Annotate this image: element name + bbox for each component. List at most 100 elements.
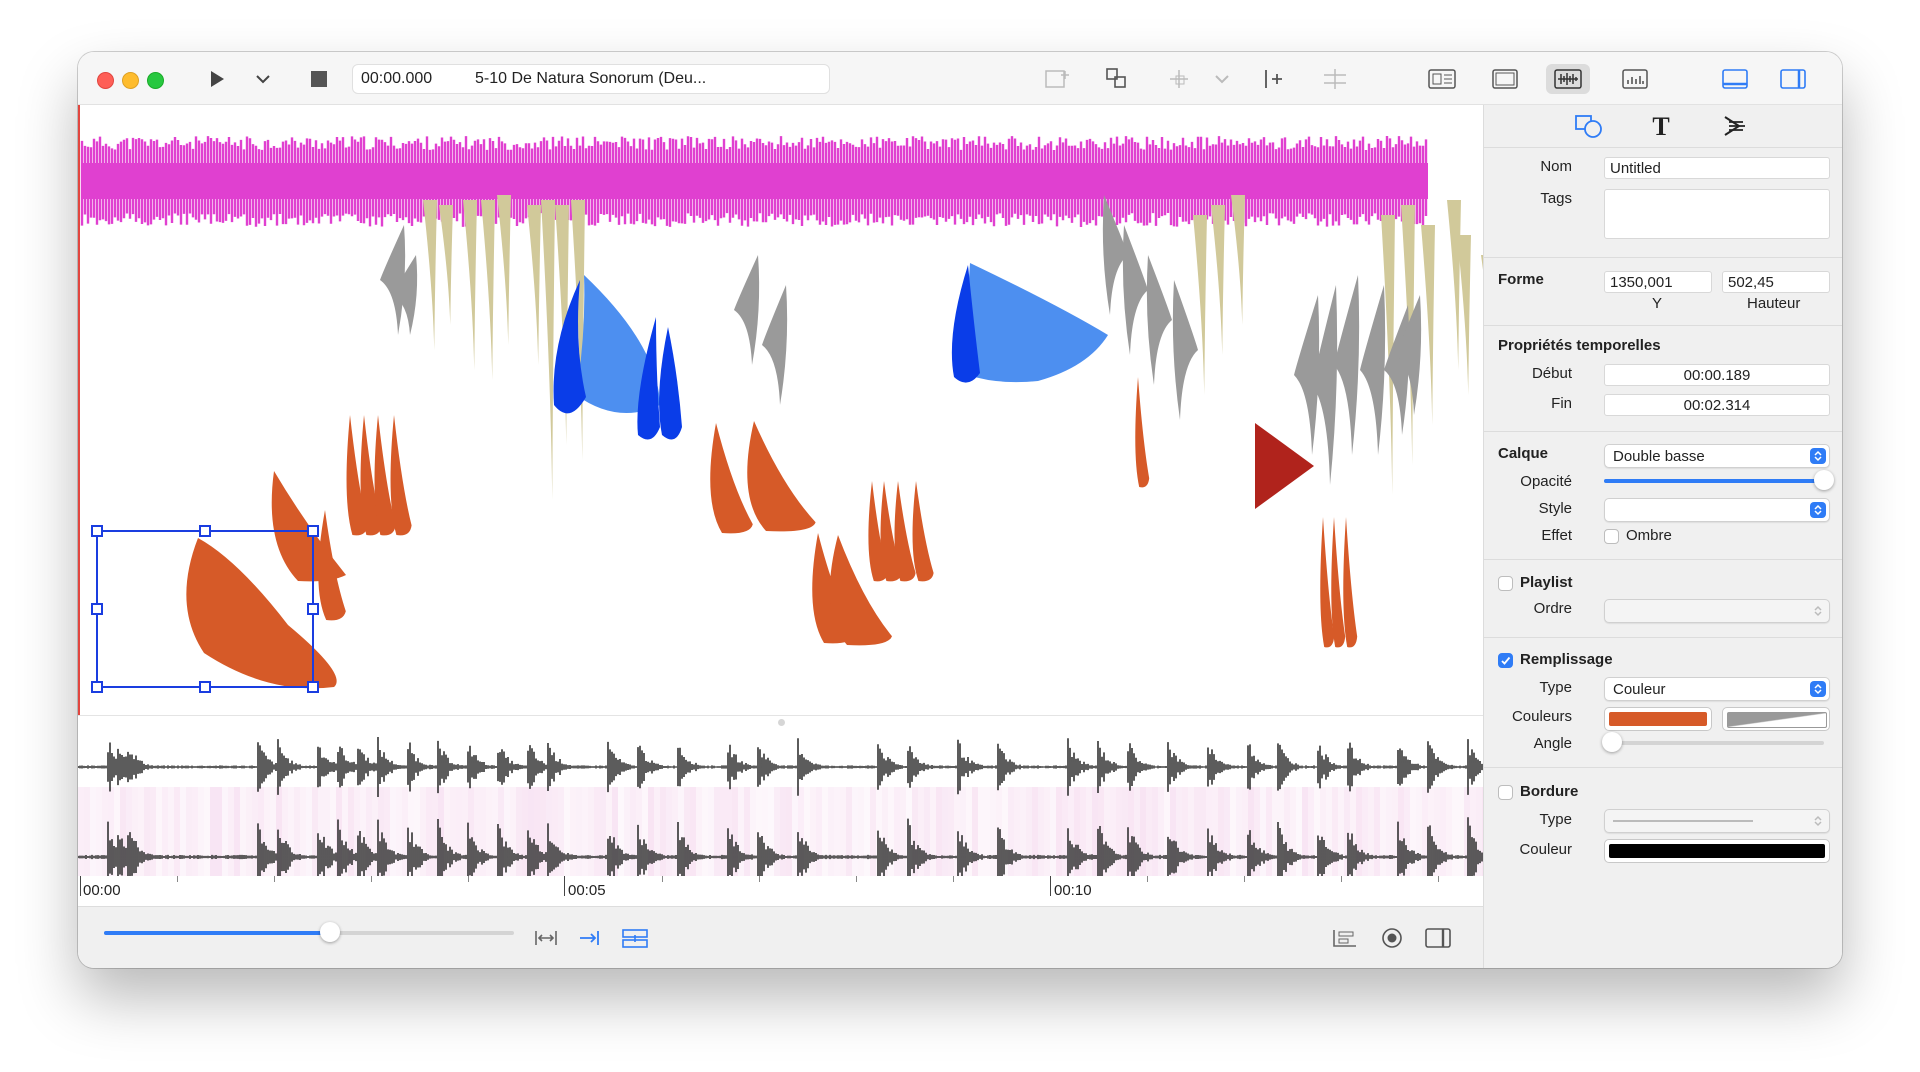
remplissage-header: Remplissage <box>1520 651 1613 668</box>
add-point-button[interactable] <box>1164 64 1194 94</box>
fill-type-label: Type <box>1539 679 1572 696</box>
playlist-header: Playlist <box>1520 574 1573 591</box>
checkmark-icon <box>1501 656 1511 665</box>
align-icon <box>1333 930 1356 947</box>
fill-section: Remplissage Type Couleur Couleurs Angle <box>1484 637 1842 768</box>
opacite-label: Opacité <box>1520 473 1572 490</box>
zoom-window-button[interactable] <box>147 72 164 89</box>
effects-tab-icon <box>1724 116 1745 136</box>
jump-to-end-button[interactable] <box>576 923 604 953</box>
name-section: Nom Untitled Tags <box>1484 147 1842 258</box>
inspector-tabs: T <box>1484 105 1842 148</box>
orange-horn-shape <box>1331 517 1346 648</box>
forme-header: Forme <box>1498 271 1544 288</box>
single-view-button[interactable] <box>1488 64 1522 94</box>
document-title: 5-10 De Natura Sonorum (Deu... <box>475 70 707 87</box>
tags-field[interactable] <box>1604 189 1830 239</box>
group-icon <box>1106 68 1126 88</box>
calque-popup[interactable]: Double basse <box>1604 444 1830 468</box>
ruler-minor-tick <box>274 876 275 882</box>
border-color-swatch[interactable] <box>1604 839 1830 863</box>
playhead[interactable] <box>78 105 80 715</box>
line-style-preview <box>1613 820 1753 822</box>
current-time: 00:00.000 <box>361 70 433 87</box>
selection-handle <box>91 681 103 693</box>
group-button[interactable] <box>1100 64 1134 94</box>
zoom-slider-knob[interactable] <box>319 922 340 942</box>
y-label: Y <box>1652 295 1663 312</box>
point-options-button[interactable] <box>1210 64 1234 94</box>
shape-tab[interactable] <box>1572 111 1606 141</box>
view-layout-button[interactable] <box>1424 64 1460 94</box>
stop-button[interactable] <box>304 64 334 94</box>
split-button[interactable] <box>1318 64 1352 94</box>
add-marker-button[interactable] <box>1258 64 1288 94</box>
waveform-view-icon <box>1554 69 1582 89</box>
right-panel-icon <box>1780 69 1806 89</box>
minimize-window-button[interactable] <box>122 72 139 89</box>
fin-field[interactable]: 00:02.314 <box>1604 394 1830 416</box>
effects-tab[interactable] <box>1718 111 1752 141</box>
play-icon <box>211 71 224 87</box>
single-view-icon <box>1492 69 1518 89</box>
tracks-button[interactable] <box>620 923 650 953</box>
angle-slider[interactable] <box>1602 732 1824 752</box>
ruler-tick <box>564 876 565 896</box>
remplissage-checkbox[interactable] <box>1498 653 1513 668</box>
ruler-minor-tick <box>1147 876 1148 882</box>
add-point-icon <box>1170 70 1188 88</box>
ruler-minor-tick <box>953 876 954 882</box>
align-button[interactable] <box>1330 923 1360 953</box>
play-options-button[interactable] <box>250 64 276 94</box>
jump-to-end-icon <box>580 931 599 945</box>
spike-shape <box>541 200 555 500</box>
style-popup[interactable] <box>1604 498 1830 522</box>
fill-color-swatch[interactable] <box>1604 707 1712 731</box>
effet-label: Effet <box>1541 527 1572 544</box>
bordure-checkbox[interactable] <box>1498 785 1513 800</box>
svg-text:T: T <box>1652 113 1669 139</box>
time-ruler[interactable]: 00:00 00:05 00:10 <box>78 876 1483 906</box>
divider-grip[interactable] <box>778 719 785 726</box>
border-section: Bordure Type Couleur <box>1484 767 1842 967</box>
playlist-checkbox[interactable] <box>1498 576 1513 591</box>
drawing-canvas[interactable] <box>78 105 1483 715</box>
close-window-button[interactable] <box>97 72 114 89</box>
ordre-popup[interactable] <box>1604 599 1830 623</box>
angle-label: Angle <box>1533 735 1572 752</box>
orange-horn-shape <box>1343 517 1358 648</box>
fill-type-popup[interactable]: Couleur <box>1604 677 1830 701</box>
sidebar-toggle-button[interactable] <box>1422 923 1454 953</box>
border-type-popup[interactable] <box>1604 809 1830 833</box>
opacity-slider[interactable] <box>1604 470 1834 490</box>
border-type-label: Type <box>1539 811 1572 828</box>
spectrum-view-icon <box>1622 69 1648 89</box>
text-tab[interactable]: T <box>1644 111 1678 141</box>
add-shape-icon <box>1045 70 1069 88</box>
selection-handle <box>307 525 319 537</box>
time-display: 00:00.000 5-10 De Natura Sonorum (Deu... <box>352 64 830 94</box>
waveform-view-button[interactable] <box>1546 64 1590 94</box>
bottom-panel-button[interactable] <box>1718 64 1752 94</box>
bottom-panel-icon <box>1722 69 1748 89</box>
spectrum-view-button[interactable] <box>1618 64 1652 94</box>
play-button[interactable] <box>202 64 232 94</box>
selection-handle <box>91 603 103 615</box>
style-label: Style <box>1538 500 1572 517</box>
name-field[interactable]: Untitled <box>1604 157 1830 179</box>
gray-claw-shape <box>1146 255 1172 385</box>
ombre-checkbox[interactable] <box>1604 529 1619 544</box>
hauteur-field[interactable]: 502,45 <box>1722 271 1830 293</box>
y-field[interactable]: 1350,001 <box>1604 271 1712 293</box>
right-panel-button[interactable] <box>1776 64 1810 94</box>
fit-width-button[interactable] <box>532 923 560 953</box>
spike-shape <box>1421 225 1435 425</box>
add-shape-button[interactable] <box>1040 64 1074 94</box>
gradient-swatch[interactable] <box>1722 707 1830 731</box>
ruler-minor-tick <box>1341 876 1342 882</box>
zoom-slider[interactable] <box>104 922 514 942</box>
record-button[interactable] <box>1378 923 1406 953</box>
opacity-slider-knob[interactable] <box>1814 470 1834 490</box>
angle-slider-knob[interactable] <box>1602 732 1622 752</box>
debut-field[interactable]: 00:00.189 <box>1604 364 1830 386</box>
